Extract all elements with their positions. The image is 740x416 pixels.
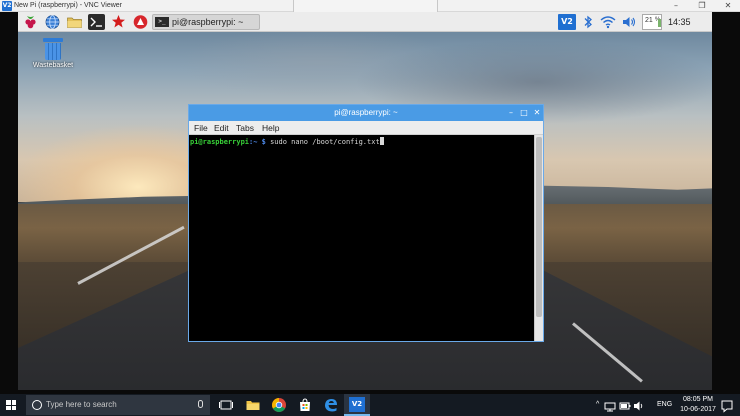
terminal-menubar: File Edit Tabs Help: [189, 121, 543, 135]
taskbar-clock[interactable]: 08:05 PM 10-06-2017: [680, 395, 716, 415]
edge-icon[interactable]: [323, 397, 339, 413]
volume-icon[interactable]: [621, 14, 637, 30]
language-indicator[interactable]: ENG: [657, 401, 672, 408]
desktop-icon-wastebasket[interactable]: Wastebasket: [31, 38, 75, 69]
taskbar-vnc-viewer[interactable]: V2: [344, 394, 370, 416]
terminal-minimize-button[interactable]: –: [505, 107, 517, 119]
file-explorer-icon[interactable]: [245, 397, 261, 413]
network-icon[interactable]: [604, 398, 616, 412]
windows-taskbar: Type here to search V2 ^ ENG 08:05 PM 10…: [0, 394, 740, 416]
notification-icon[interactable]: [720, 398, 734, 413]
text-cursor: [379, 137, 384, 145]
taskbar-terminal-label: pi@raspberrypi: ~: [172, 17, 244, 27]
wifi-icon[interactable]: [599, 14, 617, 30]
prompt-path: :~ $: [249, 138, 266, 146]
menu-help[interactable]: Help: [262, 121, 279, 135]
cpu-usage-value: 21: [645, 17, 653, 24]
scrollbar-thumb[interactable]: [536, 137, 542, 317]
bluetooth-icon[interactable]: [581, 14, 595, 30]
remote-desktop[interactable]: >_ pi@raspberrypi: ~ V2 21 14:35 Wasteba…: [18, 12, 712, 390]
vnc-maximize-button[interactable]: ❐: [694, 0, 710, 12]
vnc-window-title: New Pi (raspberrypi) - VNC Viewer: [14, 2, 123, 9]
vnc-viewer-window: V2 New Pi (raspberrypi) - VNC Viewer – ❐…: [0, 0, 740, 390]
terminal-titlebar[interactable]: pi@raspberrypi: ~ – □ ✕: [189, 105, 543, 121]
mathematica-icon[interactable]: [110, 14, 127, 30]
terminal-title: pi@raspberrypi: ~: [334, 108, 398, 117]
globe-icon[interactable]: [44, 14, 61, 30]
wastebasket-icon: [43, 38, 63, 60]
battery-icon[interactable]: [619, 398, 631, 412]
terminal-launcher-icon[interactable]: [88, 14, 105, 30]
raspberry-menu-icon[interactable]: [22, 14, 39, 30]
cpu-monitor[interactable]: 21 %: [642, 14, 662, 30]
chrome-icon[interactable]: [271, 397, 287, 413]
menu-tabs[interactable]: Tabs: [236, 121, 254, 135]
pi-top-panel: >_ pi@raspberrypi: ~ V2 21 14:35: [18, 12, 712, 32]
command-text: sudo nano /boot/config.txt: [265, 138, 380, 146]
terminal-close-button[interactable]: ✕: [531, 107, 543, 119]
terminal-window[interactable]: pi@raspberrypi: ~ – □ ✕ File Edit Tabs H…: [188, 104, 544, 342]
prompt-user: pi@raspberrypi: [190, 138, 250, 146]
terminal-icon: >_: [155, 17, 169, 27]
vnc-server-tray-icon[interactable]: V2: [558, 14, 576, 30]
windows-start-icon[interactable]: [6, 400, 16, 410]
menu-edit[interactable]: Edit: [214, 121, 229, 135]
terminal-output[interactable]: pi@raspberrypi:~ $ sudo nano /boot/confi…: [189, 135, 535, 341]
vnc-minimize-button[interactable]: –: [668, 0, 684, 12]
desktop-icon-label: Wastebasket: [32, 62, 74, 69]
folder-icon[interactable]: [66, 14, 83, 30]
vnc-logo-icon: V2: [2, 1, 12, 11]
vnc-viewer-icon: V2: [349, 397, 365, 412]
terminal-maximize-button[interactable]: □: [518, 107, 530, 119]
taskbar-terminal-button[interactable]: >_ pi@raspberrypi: ~: [152, 14, 260, 30]
store-icon[interactable]: [297, 397, 313, 413]
pi-clock[interactable]: 14:35: [668, 15, 691, 29]
terminal-scrollbar[interactable]: [534, 135, 543, 341]
taskbar-search-box[interactable]: Type here to search: [26, 395, 210, 415]
cortana-icon: [32, 400, 42, 410]
vnc-close-button[interactable]: ✕: [720, 0, 736, 12]
speaker-icon[interactable]: [633, 398, 645, 412]
tray-chevron-icon[interactable]: ^: [596, 401, 599, 408]
menu-file[interactable]: File: [194, 121, 208, 135]
task-view-icon[interactable]: [218, 397, 234, 413]
search-placeholder: Type here to search: [46, 400, 117, 409]
wolfram-icon[interactable]: [132, 14, 149, 30]
cpu-usage-bar: [658, 19, 661, 27]
microphone-icon[interactable]: [198, 400, 203, 408]
taskbar-date: 10-06-2017: [680, 406, 716, 413]
taskbar-time: 08:05 PM: [683, 396, 713, 403]
